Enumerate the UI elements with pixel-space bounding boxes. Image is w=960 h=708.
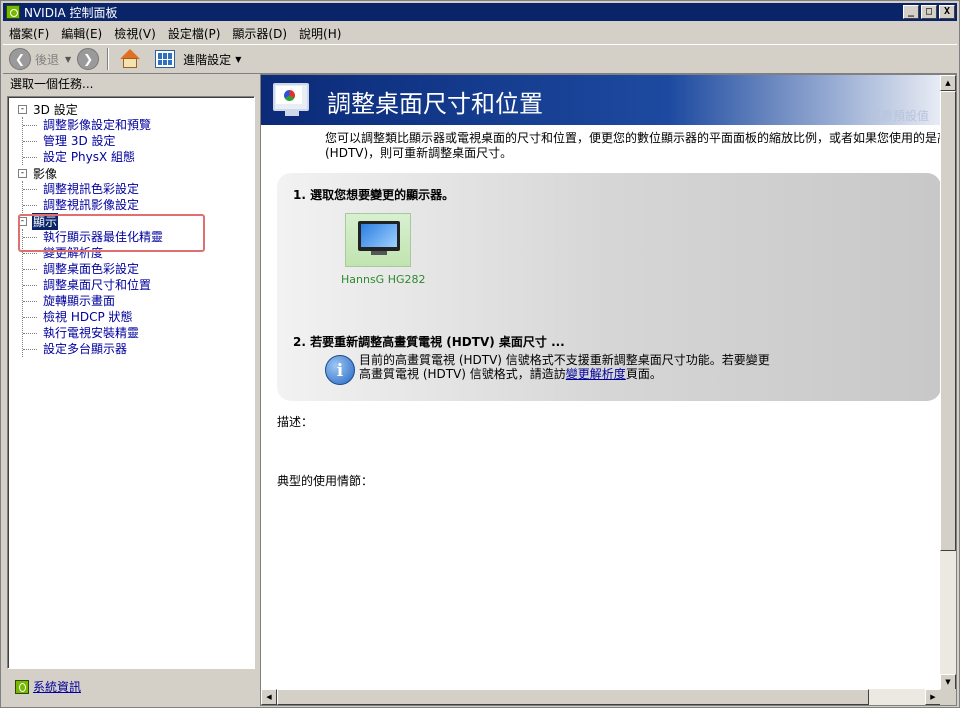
scroll-right-icon[interactable]: ▶ [925,689,941,705]
horizontal-scrollbar[interactable]: ◀ ▶ [261,689,941,705]
tree-group-3d: - 3D 設定 調整影像設定和預覽 管理 3D 設定 設定 PhysX 組態 [8,101,254,165]
scrollbar-corner [940,689,956,705]
menu-display[interactable]: 顯示器(D) [226,25,293,42]
info-line-end: 頁面。 [625,367,662,381]
description-label: 描述： [277,415,314,429]
category-label-selected[interactable]: 顯示 [32,212,59,230]
task-link[interactable]: 調整桌面尺寸和位置 [23,277,254,293]
task-link[interactable]: 調整桌面色彩設定 [23,261,254,277]
menu-profile[interactable]: 設定檔(P) [162,25,227,42]
home-icon[interactable] [119,48,141,70]
back-label: 後退 [35,52,60,67]
tree-category-3d[interactable]: - 3D 設定 [8,101,254,117]
scroll-thumb[interactable] [277,689,869,705]
window-title: NVIDIA 控制面板 [24,5,118,20]
step-2-heading: 2. 若要重新調整高畫質電視 (HDTV) 桌面尺寸 ... [293,335,565,349]
title-bar: NVIDIA 控制面板 _ □ X [3,3,957,21]
toolbar-separator [107,48,110,70]
display-selector[interactable] [345,213,411,267]
menu-help[interactable]: 說明(H) [293,25,347,42]
monitor-icon [358,221,400,255]
step-1-heading: 1. 選取您想要變更的顯示器。 [293,188,455,202]
close-button[interactable]: X [939,5,955,19]
system-info-link[interactable]: 系統資訊 [33,678,81,695]
info-line: 目前的高畫質電視 (HDTV) 信號格式不支援重新調整桌面尺寸功能。若要變更 [359,353,770,367]
settings-panel: 1. 選取您想要變更的顯示器。 HannsG HG282 2. 若要重新調整高畫… [277,173,941,401]
maximize-button[interactable]: □ [921,5,937,19]
info-text: 目前的高畫質電視 (HDTV) 信號格式不支援重新調整桌面尺寸功能。若要變更 高… [359,353,770,381]
scroll-thumb[interactable] [940,91,956,551]
intro-line: 您可以調整類比顯示器或電視桌面的尺寸和位置，便更您的數位顯示器的平面面板的縮放比… [325,131,945,145]
category-label[interactable]: 影像 [32,165,58,182]
task-link[interactable]: 執行電視安裝精靈 [23,325,254,341]
task-tree: - 3D 設定 調整影像設定和預覽 管理 3D 設定 設定 PhysX 組態 -… [7,96,255,669]
info-line-start: 高畫質電視 (HDTV) 信號格式，請造訪 [359,367,566,381]
category-label[interactable]: 3D 設定 [32,101,79,118]
forward-button[interactable]: ❯ [77,48,100,70]
system-info: 系統資訊 [15,678,81,695]
collapse-icon[interactable]: - [18,216,27,226]
info-icon: i [325,355,355,385]
collapse-icon[interactable]: - [18,168,27,178]
task-link[interactable]: 調整視訊色彩設定 [23,181,254,197]
chevron-down-icon[interactable]: ▼ [235,55,241,64]
nvidia-app-icon [6,5,20,19]
scroll-up-icon[interactable]: ▲ [940,75,956,91]
page-title: 調整桌面尺寸和位置 [327,90,543,118]
task-link[interactable]: 變更解析度 [23,245,254,261]
intro-text: 您可以調整類比顯示器或電視桌面的尺寸和位置，便更您的數位顯示器的平面面板的縮放比… [325,131,945,161]
intro-line: (HDTV)，則可重新調整桌面尺寸。 [325,146,513,160]
task-link[interactable]: 管理 3D 設定 [23,133,254,149]
tree-category-display[interactable]: - 顯示 [8,212,254,230]
minimize-button[interactable]: _ [903,5,919,19]
task-link[interactable]: 旋轉顯示畫面 [23,293,254,309]
restore-defaults-link[interactable]: 還原預設值 [869,107,929,124]
desktop-size-icon [273,83,315,119]
nvidia-control-panel-window: NVIDIA 控制面板 _ □ X 檔案(F) 編輯(E) 檢視(V) 設定檔(… [0,0,960,708]
menu-file[interactable]: 檔案(F) [3,25,55,42]
usage-scenarios-label: 典型的使用情節： [277,474,374,488]
info-line: 高畫質電視 (HDTV) 信號格式，請造訪變更解析度頁面。 [359,367,770,381]
menu-view[interactable]: 檢視(V) [108,25,162,42]
scroll-down-icon[interactable]: ▼ [940,674,956,690]
task-link[interactable]: 執行顯示器最佳化精靈 [23,229,254,245]
system-info-icon[interactable] [15,679,29,694]
page-banner: 調整桌面尺寸和位置 還原預設值 [261,75,941,125]
task-pane: 選取一個任務... - 3D 設定 調整影像設定和預覽 管理 3D 設定 設定 … [3,76,257,706]
tree-group-video: - 影像 調整視訊色彩設定 調整視訊影像設定 [8,165,254,213]
scroll-left-icon[interactable]: ◀ [261,689,277,705]
task-link[interactable]: 檢視 HDCP 狀態 [23,309,254,325]
collapse-icon[interactable]: - [18,104,27,114]
task-link[interactable]: 調整視訊影像設定 [23,197,254,213]
task-link[interactable]: 設定多台顯示器 [23,341,254,357]
toolbar: ❮ 後退 ▼ ❯ 進階設定 ▼ [3,44,957,74]
menu-bar: 檔案(F) 編輯(E) 檢視(V) 設定檔(P) 顯示器(D) 說明(H) [3,23,957,43]
content-pane: 調整桌面尺寸和位置 還原預設值 您可以調整類比顯示器或電視桌面的尺寸和位置，便更… [260,74,957,706]
tree-group-display: - 顯示 執行顯示器最佳化精靈 變更解析度 調整桌面色彩設定 調整桌面尺寸和位置… [8,212,254,357]
change-resolution-link[interactable]: 變更解析度 [566,367,626,381]
menu-edit[interactable]: 編輯(E) [55,25,108,42]
task-pane-header: 選取一個任務... [10,77,94,91]
vertical-scrollbar[interactable]: ▲ ▼ [940,75,956,690]
display-name[interactable]: HannsG HG282 [341,273,426,286]
back-dropdown-icon[interactable]: ▼ [65,55,71,64]
task-link[interactable]: 調整影像設定和預覽 [23,117,254,133]
window-controls: _ □ X [903,5,955,19]
grid-view-icon[interactable] [155,50,176,68]
task-link[interactable]: 設定 PhysX 組態 [23,149,254,165]
advanced-settings-button[interactable]: 進階設定 [183,51,231,68]
tree-category-video[interactable]: - 影像 [8,165,254,181]
back-button[interactable]: ❮ [9,48,31,70]
